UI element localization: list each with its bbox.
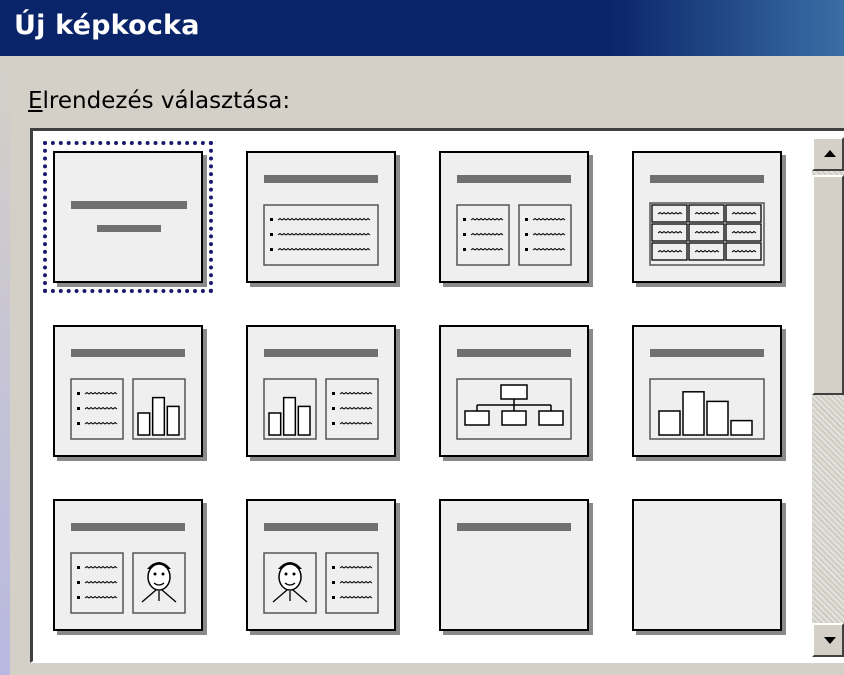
layout-text-and-clip-art-icon (70, 523, 186, 614)
layout-label: Elrendezés választása: (28, 88, 290, 114)
vertical-scrollbar[interactable] (812, 137, 844, 657)
layout-label-text: lrendezés választása: (42, 88, 291, 114)
scroll-up-button[interactable] (812, 137, 844, 171)
layout-chart[interactable] (632, 325, 782, 457)
layout-two-column-text-icon (456, 175, 572, 266)
layout-title-only[interactable] (439, 499, 589, 631)
layout-bulleted-list-icon (263, 175, 379, 266)
layout-table[interactable] (632, 151, 782, 283)
layout-organization-chart-icon (456, 349, 572, 440)
layout-title-icon (71, 201, 187, 232)
layout-chart-icon (649, 349, 765, 440)
scroll-thumb[interactable] (812, 175, 844, 395)
layout-clip-art-and-text-icon (263, 523, 379, 614)
layout-list[interactable] (30, 128, 844, 663)
layout-chart-and-text-icon (263, 349, 379, 440)
layout-blank-icon (634, 501, 780, 629)
layout-title-only-icon (457, 523, 571, 531)
title-bar[interactable]: Új képkocka (0, 0, 844, 56)
layout-organization-chart[interactable] (439, 325, 589, 457)
layout-bulleted-list[interactable] (246, 151, 396, 283)
layout-table-icon (649, 175, 765, 266)
layout-two-column-text[interactable] (439, 151, 589, 283)
scroll-down-button[interactable] (812, 623, 844, 657)
layout-clip-art-and-text[interactable] (246, 499, 396, 631)
layout-text-and-chart-icon (70, 349, 186, 440)
layout-title[interactable] (43, 141, 213, 293)
window-title: Új képkocka (14, 10, 200, 41)
layout-text-and-clip-art[interactable] (53, 499, 203, 631)
layout-chart-and-text[interactable] (246, 325, 396, 457)
layout-text-and-chart[interactable] (53, 325, 203, 457)
window-edge (0, 56, 10, 675)
layout-blank[interactable] (632, 499, 782, 631)
arrow-down-icon (824, 637, 836, 644)
arrow-up-icon (824, 150, 836, 157)
layout-label-accelerator: E (28, 88, 43, 114)
